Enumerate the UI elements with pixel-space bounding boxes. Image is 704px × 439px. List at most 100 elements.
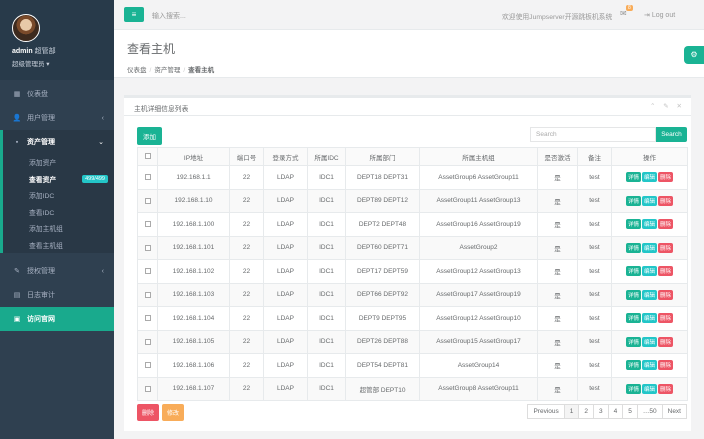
detail-button[interactable]: 详情 xyxy=(625,266,641,277)
sidebar-item-label: 仪表盘 xyxy=(27,91,48,98)
sidebar-sub-add-idc[interactable]: 添加IDC xyxy=(3,187,114,204)
sidebar-sub-add-asset[interactable]: 添加资产 xyxy=(3,154,114,171)
column-header: IP地址 xyxy=(157,147,230,166)
pager-page[interactable]: 2 xyxy=(578,404,595,419)
pager-next[interactable]: Next xyxy=(661,404,687,419)
sidebar-sub-view-hostgroup[interactable]: 查看主机组 xyxy=(3,237,114,254)
profile-role-dropdown[interactable]: 超级管理员 ▾ xyxy=(12,58,114,68)
row-checkbox[interactable] xyxy=(144,315,151,322)
detail-button[interactable]: 详情 xyxy=(625,360,641,371)
table-row: 192.168.1.100 22 LDAP IDC1 DEPT2 DEPT48 Asset… xyxy=(137,212,688,237)
delete-button[interactable]: 删除 xyxy=(658,172,674,183)
detail-button[interactable]: 详情 xyxy=(625,336,641,347)
sidebar-item-website[interactable]: ▣ 访问官网 xyxy=(0,307,114,331)
row-checkbox[interactable] xyxy=(144,362,151,369)
delete-button[interactable]: 删除 xyxy=(658,219,674,230)
delete-button[interactable]: 删除 xyxy=(658,195,674,206)
detail-button[interactable]: 详情 xyxy=(625,289,641,300)
bulk-modify-button[interactable]: 修改 xyxy=(162,404,185,421)
detail-button[interactable]: 详情 xyxy=(625,383,641,394)
settings-gear-icon[interactable]: ⚙ xyxy=(684,46,704,64)
row-checkbox-cell xyxy=(137,188,158,213)
detail-button[interactable]: 详情 xyxy=(625,219,641,230)
sidebar-sub-view-idc[interactable]: 查看IDC xyxy=(3,204,114,221)
sidebar-item-users[interactable]: 👤 用户管理 ‹ xyxy=(0,106,114,130)
table-cell: 22 xyxy=(229,188,264,213)
edit-button[interactable]: 编辑 xyxy=(641,383,657,394)
detail-button[interactable]: 详情 xyxy=(625,313,641,324)
row-checkbox-cell xyxy=(137,165,158,190)
table-cell: 22 xyxy=(229,306,264,331)
delete-button[interactable]: 删除 xyxy=(658,313,674,324)
row-actions: 详情 编辑 删除 xyxy=(611,306,688,331)
logout-link[interactable]: ⇥ Log out xyxy=(644,11,675,19)
search-button[interactable]: Search xyxy=(656,127,687,142)
edit-button[interactable]: 编辑 xyxy=(641,219,657,230)
row-checkbox[interactable] xyxy=(144,385,151,392)
row-actions: 详情 编辑 删除 xyxy=(611,188,688,213)
row-checkbox-cell xyxy=(137,259,158,284)
edit-button[interactable]: 编辑 xyxy=(641,289,657,300)
row-actions: 详情 编辑 删除 xyxy=(611,376,688,401)
table-cell: 22 xyxy=(229,259,264,284)
detail-button[interactable]: 详情 xyxy=(625,242,641,253)
panel-tools-icons[interactable]: ⌃ ✎ ✕ xyxy=(650,102,685,110)
add-button[interactable]: 添加 xyxy=(137,127,162,145)
edit-button[interactable]: 编辑 xyxy=(641,195,657,206)
table-search-input[interactable]: Search xyxy=(530,127,656,142)
table-cell: test xyxy=(577,212,612,237)
sidebar-item-dashboard[interactable]: ▦ 仪表盘 xyxy=(0,82,114,106)
sidebar-item-audit[interactable]: ▤ 日志审计 xyxy=(0,283,114,307)
sidebar-item-assets[interactable]: ▪ 资产管理 ⌄ xyxy=(3,130,114,154)
edit-button[interactable]: 编辑 xyxy=(641,360,657,371)
detail-button[interactable]: 详情 xyxy=(625,195,641,206)
top-search-input[interactable]: 输入搜索... xyxy=(152,11,186,21)
row-checkbox[interactable] xyxy=(144,174,151,181)
delete-button[interactable]: 删除 xyxy=(658,266,674,277)
pager-page[interactable]: 3 xyxy=(593,404,609,419)
select-all-checkbox[interactable] xyxy=(144,153,151,160)
delete-button[interactable]: 删除 xyxy=(658,383,674,394)
table-cell: test xyxy=(577,353,612,378)
pager-page[interactable]: 1 xyxy=(563,404,580,419)
detail-button[interactable]: 详情 xyxy=(625,172,641,183)
delete-button[interactable]: 删除 xyxy=(658,336,674,347)
edit-button[interactable]: 编辑 xyxy=(641,313,657,324)
log-icon: ▤ xyxy=(13,292,21,299)
menu-toggle-button[interactable]: ≡ xyxy=(124,7,144,22)
delete-button[interactable]: 删除 xyxy=(658,289,674,300)
pager-page[interactable]: 5 xyxy=(622,404,638,419)
delete-button[interactable]: 删除 xyxy=(658,242,674,253)
row-checkbox[interactable] xyxy=(144,291,151,298)
edit-button[interactable]: 编辑 xyxy=(641,266,657,277)
table-cell: LDAP xyxy=(263,329,308,354)
page-title: 查看主机 xyxy=(127,42,176,56)
bulk-delete-button[interactable]: 删除 xyxy=(137,404,160,421)
table-cell: test xyxy=(577,235,612,260)
pager-page[interactable]: …50 xyxy=(636,404,663,419)
sidebar-sub-add-hostgroup[interactable]: 添加主机组 xyxy=(3,220,114,237)
row-checkbox[interactable] xyxy=(144,244,151,251)
pager-previous[interactable]: Previous xyxy=(527,404,565,419)
column-header: 是否激活 xyxy=(537,147,578,166)
row-checkbox[interactable] xyxy=(144,197,151,204)
edit-button[interactable]: 编辑 xyxy=(641,172,657,183)
edit-button[interactable]: 编辑 xyxy=(641,336,657,347)
pagination: Previous 1 2 3 4 5 …50 Next xyxy=(527,404,687,419)
sidebar-sub-view-asset[interactable]: 查看资产 499/499 xyxy=(3,171,114,188)
breadcrumb-assets[interactable]: 资产管理 xyxy=(154,67,180,74)
row-checkbox[interactable] xyxy=(144,221,151,228)
pager-page[interactable]: 4 xyxy=(607,404,624,419)
table-cell: LDAP xyxy=(263,306,308,331)
table-cell: IDC1 xyxy=(307,235,346,260)
breadcrumb-dashboard[interactable]: 仪表盘 xyxy=(127,67,147,74)
delete-button[interactable]: 删除 xyxy=(658,360,674,371)
profile-name[interactable]: admin 超管部 xyxy=(12,46,114,56)
table-row: 192.168.1.105 22 LDAP IDC1 DEPT26 DEPT88 Asse… xyxy=(137,329,688,354)
row-checkbox[interactable] xyxy=(144,338,151,345)
select-all-checkbox-cell[interactable] xyxy=(137,147,158,166)
avatar[interactable] xyxy=(12,14,40,42)
row-checkbox[interactable] xyxy=(144,268,151,275)
sidebar-item-permissions[interactable]: ✎ 授权管理 ‹ xyxy=(0,259,114,283)
edit-button[interactable]: 编辑 xyxy=(641,242,657,253)
